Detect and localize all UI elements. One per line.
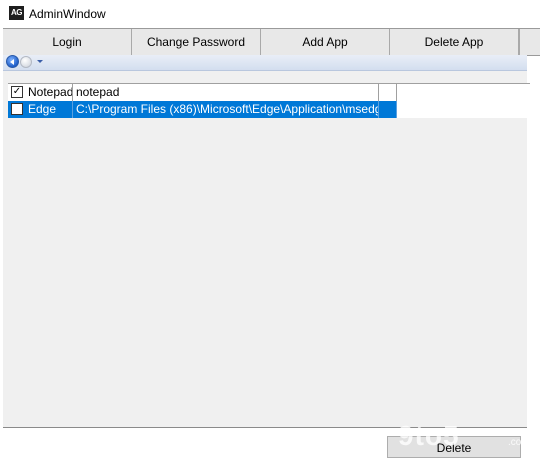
table-row-selected[interactable]: Edge C:\Program Files (x86)\Microsoft\Ed… <box>8 101 530 118</box>
app-path-cell[interactable]: notepad <box>74 84 379 101</box>
app-checkbox[interactable] <box>11 103 23 115</box>
app-list-panel: ✓ Notepad notepad Edge C:\Program Files … <box>3 71 530 427</box>
back-arrow-icon[interactable] <box>6 55 19 68</box>
login-button[interactable]: Login <box>3 29 132 55</box>
app-name-cell[interactable]: Edge <box>26 101 73 118</box>
empty-cell[interactable] <box>379 101 397 118</box>
toolbar-overflow <box>519 29 540 55</box>
delete-app-button[interactable]: Delete App <box>390 29 519 55</box>
title-bar: AG AdminWindow <box>0 0 540 27</box>
empty-cell[interactable] <box>397 101 530 118</box>
table-row[interactable]: ✓ Notepad notepad <box>8 83 530 102</box>
window-title: AdminWindow <box>29 7 106 21</box>
forward-arrow-icon[interactable] <box>20 56 32 68</box>
add-app-button[interactable]: Add App <box>261 29 390 55</box>
toolbar: Login Change Password Add App Delete App <box>3 28 540 56</box>
change-password-button[interactable]: Change Password <box>132 29 261 55</box>
app-logo-icon: AG <box>9 6 24 20</box>
app-name-cell[interactable]: Notepad <box>26 84 73 101</box>
app-checkbox[interactable]: ✓ <box>11 86 23 98</box>
app-path-cell[interactable]: C:\Program Files (x86)\Microsoft\Edge\Ap… <box>74 101 379 118</box>
navigation-bar <box>3 55 527 71</box>
history-dropdown-icon[interactable] <box>37 60 43 63</box>
empty-cell[interactable] <box>379 84 397 101</box>
empty-cell[interactable] <box>397 84 530 101</box>
watermark-logo: 9to5 <box>398 420 460 451</box>
watermark-suffix: .co <box>508 437 522 448</box>
